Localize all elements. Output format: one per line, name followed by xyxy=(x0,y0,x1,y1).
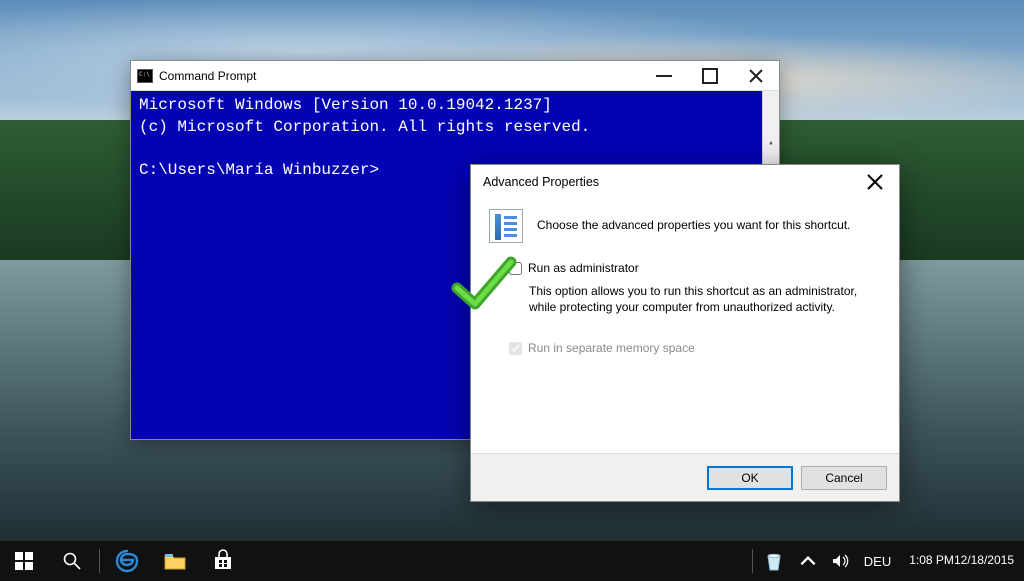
cmd-prompt: C:\Users\María Winbuzzer> xyxy=(139,161,379,179)
recycle-bin-tray[interactable] xyxy=(756,541,792,581)
run-as-admin-option: Run as administrator This option allows … xyxy=(509,261,881,315)
maximize-button[interactable] xyxy=(687,61,733,90)
store-taskbar-button[interactable] xyxy=(199,541,247,581)
search-icon xyxy=(62,551,82,571)
cmd-line2: (c) Microsoft Corporation. All rights re… xyxy=(139,118,590,136)
chevron-up-icon xyxy=(798,551,818,571)
clock-time: 1:08 PM xyxy=(909,554,954,567)
folder-icon xyxy=(163,549,187,573)
taskbar-separator xyxy=(99,549,100,573)
taskbar: DEU 1:08 PM 12/18/2015 xyxy=(0,541,1024,581)
clock-date: 12/18/2015 xyxy=(954,554,1014,567)
edge-icon xyxy=(115,549,139,573)
ok-button[interactable]: OK xyxy=(707,466,793,490)
recycle-bin-icon xyxy=(762,549,786,573)
dialog-instruction: Choose the advanced properties you want … xyxy=(537,218,851,234)
cmd-icon xyxy=(137,69,153,83)
separate-memory-label: Run in separate memory space xyxy=(528,341,695,355)
cmd-title: Command Prompt xyxy=(159,69,641,83)
minimize-button[interactable] xyxy=(641,61,687,90)
search-button[interactable] xyxy=(48,541,96,581)
cmd-line1: Microsoft Windows [Version 10.0.19042.12… xyxy=(139,96,552,114)
run-as-admin-description: This option allows you to run this short… xyxy=(529,283,871,315)
close-button[interactable] xyxy=(733,61,779,90)
cancel-button[interactable]: Cancel xyxy=(801,466,887,490)
cmd-titlebar[interactable]: Command Prompt xyxy=(131,61,779,91)
separate-memory-option: Run in separate memory space xyxy=(509,341,881,355)
dialog-title: Advanced Properties xyxy=(483,175,853,189)
speaker-icon xyxy=(830,551,850,571)
start-button[interactable] xyxy=(0,541,48,581)
dialog-close-button[interactable] xyxy=(853,167,897,197)
separate-memory-checkbox xyxy=(509,342,522,355)
properties-icon xyxy=(489,209,523,243)
file-explorer-taskbar-button[interactable] xyxy=(151,541,199,581)
dialog-titlebar[interactable]: Advanced Properties xyxy=(471,165,899,199)
windows-logo-icon xyxy=(14,551,34,571)
run-as-admin-label: Run as administrator xyxy=(528,261,639,275)
taskbar-separator xyxy=(752,549,753,573)
language-indicator[interactable]: DEU xyxy=(856,541,899,581)
edge-taskbar-button[interactable] xyxy=(103,541,151,581)
volume-tray[interactable] xyxy=(824,541,856,581)
tray-overflow-button[interactable] xyxy=(792,541,824,581)
run-as-admin-checkbox[interactable] xyxy=(509,262,522,275)
store-icon xyxy=(211,549,235,573)
language-label: DEU xyxy=(864,554,891,569)
clock-tray[interactable]: 1:08 PM 12/18/2015 xyxy=(899,541,1024,581)
advanced-properties-dialog: Advanced Properties Choose the advanced … xyxy=(470,164,900,502)
